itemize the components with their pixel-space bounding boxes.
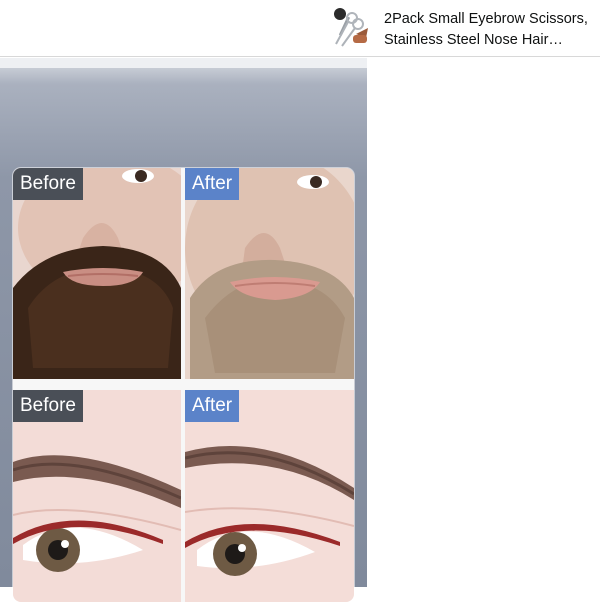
brow-before-label: Before [13,390,83,422]
scissors-product-icon [334,8,368,47]
product-title[interactable]: 2Pack Small Eyebrow Scissors, Stainless … [384,9,594,51]
beard-after-photo: After [185,168,354,379]
beard-after-label: After [185,168,240,200]
product-image[interactable]: Before After Before After [0,58,367,602]
beard-before-photo: Before [13,168,181,379]
product-header: 2Pack Small Eyebrow Scissors, Stainless … [0,0,600,57]
before-after-panel: Before After Before After [13,168,354,602]
beard-before-label: Before [13,168,83,200]
brow-after-photo: After [185,390,354,602]
brow-before-photo: Before [13,390,181,602]
brow-after-label: After [185,390,240,422]
product-thumbnail[interactable] [326,4,374,52]
